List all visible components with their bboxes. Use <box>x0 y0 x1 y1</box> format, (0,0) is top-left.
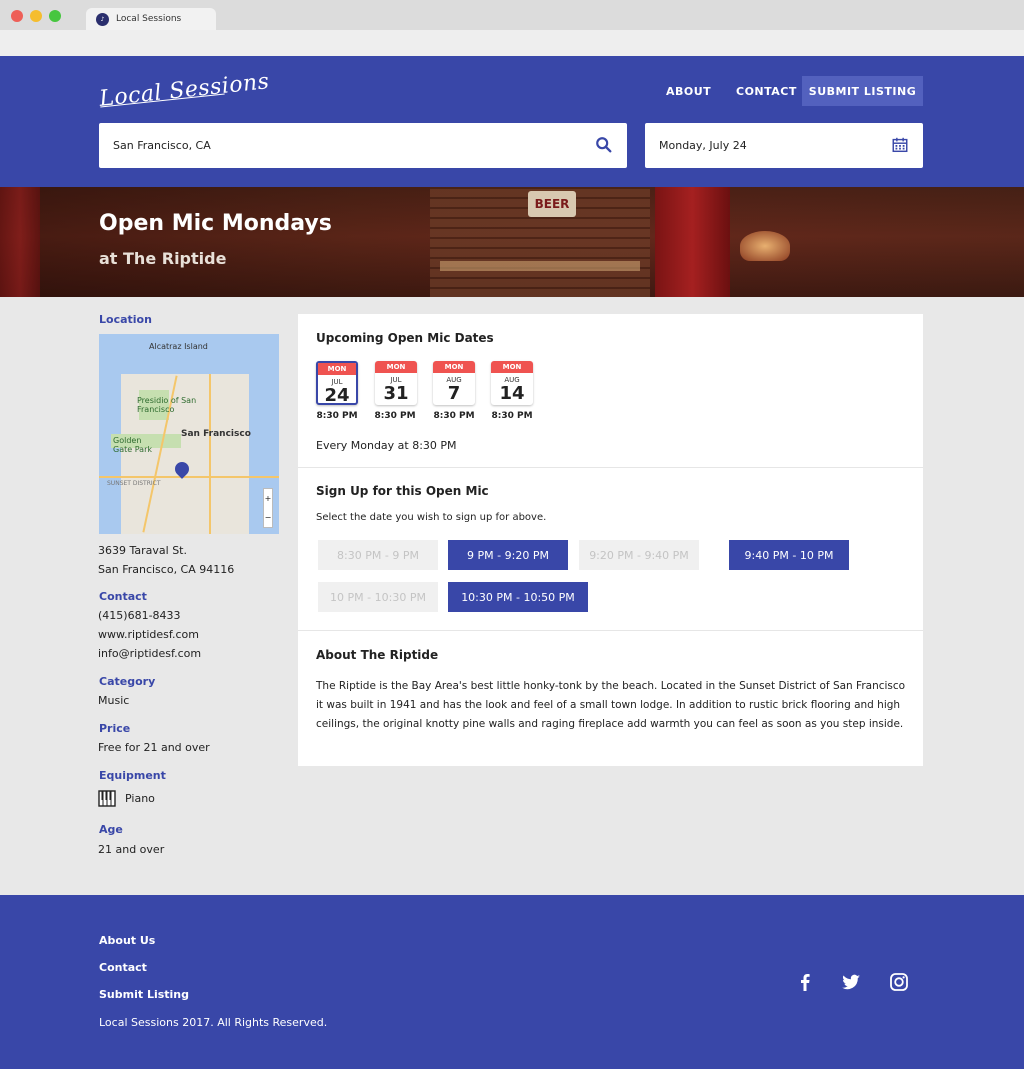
browser-tab[interactable]: ♪ Local Sessions <box>86 8 216 30</box>
favicon-icon: ♪ <box>96 12 109 26</box>
address-line1: 3639 Taraval St. <box>98 544 187 557</box>
map-label-sunset: SUNSET DISTRICT <box>107 480 161 487</box>
footer-submit-link[interactable]: Submit Listing <box>99 988 189 1001</box>
map-label-presidio: Presidio of San Francisco <box>137 396 197 414</box>
age-label: Age <box>99 823 123 836</box>
beer-sign: BEER <box>528 191 576 217</box>
venue-subtitle: at The Riptide <box>99 249 227 268</box>
search-icon[interactable] <box>595 136 613 154</box>
browser-chrome: ♪ Local Sessions <box>0 0 1024 56</box>
map-road <box>209 374 211 534</box>
contact-website[interactable]: www.riptidesf.com <box>98 625 199 644</box>
age-value: 21 and over <box>98 843 165 856</box>
about-title: About The Riptide <box>316 648 439 662</box>
time-slot-button: 9:20 PM - 9:40 PM <box>579 540 699 570</box>
category-value: Music <box>98 694 130 707</box>
time-slot-button[interactable]: 9:40 PM - 10 PM <box>729 540 849 570</box>
signup-title: Sign Up for this Open Mic <box>316 484 489 498</box>
date-day: 14 <box>499 383 525 404</box>
facebook-icon[interactable] <box>795 972 815 992</box>
twitter-icon[interactable] <box>841 972 861 992</box>
date-time: 8:30 PM <box>491 411 533 421</box>
date-time: 8:30 PM <box>374 411 416 421</box>
zoom-out-icon[interactable]: − <box>265 513 272 522</box>
date-card-aug-7[interactable]: MON AUG 7 <box>433 361 475 405</box>
equipment-value: Piano <box>125 792 155 805</box>
date-day: 24 <box>324 385 350 405</box>
recurrence-text: Every Monday at 8:30 PM <box>316 439 457 452</box>
nav-about-link[interactable]: ABOUT <box>666 76 711 106</box>
lamp <box>740 231 790 261</box>
address-bar-area <box>0 30 1024 56</box>
map-label-sf: San Francisco <box>181 429 251 439</box>
price-value: Free for 21 and over <box>98 741 210 754</box>
section-divider <box>298 467 923 468</box>
date-card-jul-24[interactable]: MON JUL 24 <box>316 361 358 405</box>
date-dow: MON <box>433 361 475 373</box>
date-dow: MON <box>491 361 533 373</box>
date-time: 8:30 PM <box>433 411 475 421</box>
calendar-icon[interactable] <box>891 136 909 154</box>
footer-copyright: Local Sessions 2017. All Rights Reserved… <box>99 1016 328 1029</box>
location-search-value: San Francisco, CA <box>113 139 211 152</box>
window-controls <box>11 10 61 22</box>
date-picker-input[interactable]: Monday, July 24 <box>645 123 923 168</box>
category-label: Category <box>99 675 156 688</box>
minimize-window-button[interactable] <box>30 10 42 22</box>
map-label-golden-gate: Golden Gate Park <box>113 436 152 454</box>
contact-phone[interactable]: (415)681-8433 <box>98 606 181 625</box>
time-slot-button[interactable]: 10:30 PM - 10:50 PM <box>448 582 588 612</box>
location-label: Location <box>99 313 152 326</box>
section-divider <box>298 630 923 631</box>
hero-banner: BEER <box>0 187 1024 297</box>
footer-contact-link[interactable]: Contact <box>99 961 147 974</box>
location-map[interactable]: San Francisco Alcatraz Island Presidio o… <box>99 334 279 534</box>
curtain-left <box>0 187 40 297</box>
curtain-right <box>655 187 730 297</box>
bar-shelf <box>440 261 640 271</box>
price-label: Price <box>99 722 131 735</box>
map-label-alcatraz: Alcatraz Island <box>149 342 208 351</box>
nav-contact-link[interactable]: CONTACT <box>736 76 797 106</box>
time-slot-button[interactable]: 9 PM - 9:20 PM <box>448 540 568 570</box>
instagram-icon[interactable] <box>889 972 909 992</box>
time-slot-button: 10 PM - 10:30 PM <box>318 582 438 612</box>
tab-title: Local Sessions <box>116 14 182 24</box>
upcoming-dates-title: Upcoming Open Mic Dates <box>316 331 494 345</box>
date-day: 31 <box>383 383 409 404</box>
submit-listing-button[interactable]: SUBMIT LISTING <box>802 76 923 106</box>
event-title: Open Mic Mondays <box>99 211 332 236</box>
address-line2: San Francisco, CA 94116 <box>98 563 235 576</box>
date-card-jul-31[interactable]: MON JUL 31 <box>375 361 417 405</box>
zoom-in-icon[interactable]: + <box>265 494 272 503</box>
about-text: The Riptide is the Bay Area's best littl… <box>316 680 906 730</box>
date-picker-value: Monday, July 24 <box>659 139 747 152</box>
map-road <box>99 476 279 478</box>
date-dow: MON <box>375 361 417 373</box>
location-search-input[interactable]: San Francisco, CA <box>99 123 627 168</box>
footer-about-link[interactable]: About Us <box>99 934 155 947</box>
map-zoom-controls[interactable]: + − <box>263 488 273 528</box>
date-time: 8:30 PM <box>316 411 358 421</box>
date-day: 7 <box>447 383 461 404</box>
signup-description: Select the date you wish to sign up for … <box>316 512 547 523</box>
date-card-aug-14[interactable]: MON AUG 14 <box>491 361 533 405</box>
close-window-button[interactable] <box>11 10 23 22</box>
equipment-label: Equipment <box>99 769 166 782</box>
piano-icon <box>98 790 116 807</box>
contact-email[interactable]: info@riptidesf.com <box>98 644 201 663</box>
site-footer <box>0 895 1024 1069</box>
time-slot-button: 8:30 PM - 9 PM <box>318 540 438 570</box>
contact-label: Contact <box>99 590 147 603</box>
date-dow: MON <box>318 363 356 375</box>
maximize-window-button[interactable] <box>49 10 61 22</box>
event-details-card: Upcoming Open Mic Dates MON JUL 24 8:30 … <box>298 314 923 766</box>
